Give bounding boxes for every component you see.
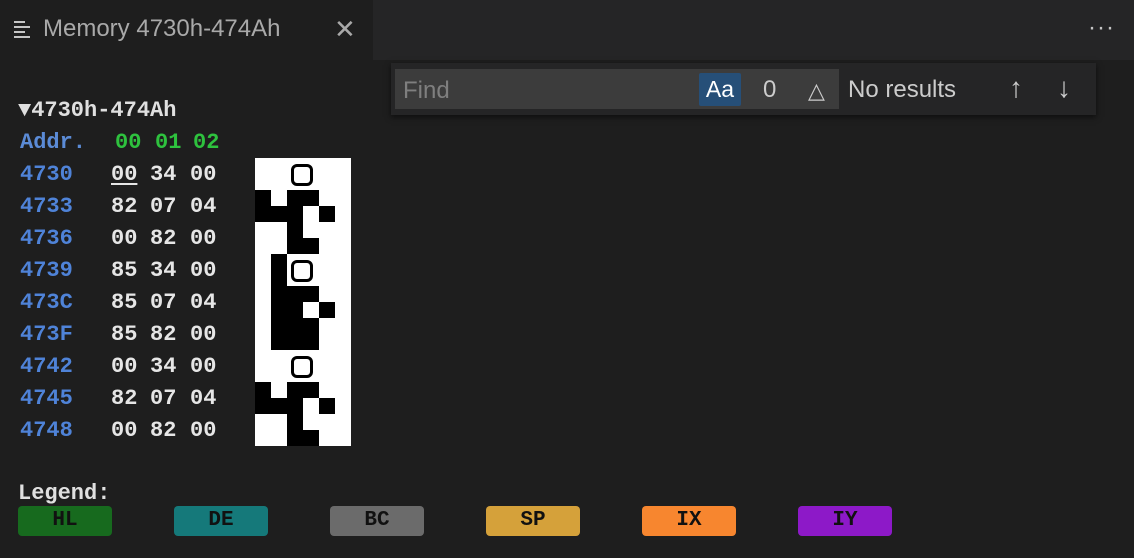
byte-cell[interactable]: 00 (111, 162, 137, 187)
byte-cell[interactable]: 34 (150, 162, 176, 187)
tab-bar: Memory 4730h-474Ah ✕ ··· (0, 0, 1134, 60)
lines-icon (14, 21, 30, 39)
row-address: 4730 (20, 162, 73, 187)
row-address: 4742 (20, 354, 73, 379)
find-widget: Find Aa 0 △ No results ↑ ↓ (391, 63, 1096, 115)
col-header: 01 (155, 130, 182, 155)
previous-match-icon[interactable]: ↑ (1009, 72, 1023, 104)
byte-cell[interactable]: 00 (111, 418, 137, 443)
byte-cell[interactable]: 07 (150, 386, 176, 411)
byte-cell[interactable]: 82 (150, 226, 176, 251)
find-results: No results (848, 76, 957, 103)
row-address: 473F (20, 322, 73, 347)
row-address: 4745 (20, 386, 73, 411)
addr-header: Addr. (20, 130, 87, 155)
row-address: 4733 (20, 194, 73, 219)
find-placeholder: Find (403, 77, 450, 104)
byte-cell[interactable]: 04 (190, 386, 216, 411)
byte-cell[interactable]: 04 (190, 194, 216, 219)
delta-icon[interactable]: △ (808, 78, 825, 104)
match-count: 0 (763, 76, 777, 103)
byte-cell[interactable]: 07 (150, 194, 176, 219)
close-icon[interactable]: ✕ (334, 15, 356, 43)
byte-cell[interactable]: 00 (190, 418, 216, 443)
next-match-icon[interactable]: ↓ (1057, 72, 1071, 104)
legend-chip-sp: SP (486, 506, 580, 536)
byte-cell[interactable]: 82 (111, 194, 137, 219)
byte-cell[interactable]: 00 (190, 322, 216, 347)
legend-chip-bc: BC (330, 506, 424, 536)
row-address: 4739 (20, 258, 73, 283)
tab-title: Memory 4730h-474Ah (43, 15, 281, 42)
byte-cell[interactable]: 82 (111, 386, 137, 411)
byte-cell[interactable]: 04 (190, 290, 216, 315)
legend-chip-ix: IX (642, 506, 736, 536)
legend-chip-iy: IY (798, 506, 892, 536)
byte-cell[interactable]: 85 (111, 258, 137, 283)
row-address: 4748 (20, 418, 73, 443)
col-header: 02 (193, 130, 220, 155)
legend-chip-de: DE (174, 506, 268, 536)
tab-memory[interactable]: Memory 4730h-474Ah ✕ (0, 0, 373, 60)
col-header: 00 (115, 130, 142, 155)
byte-cell[interactable]: 00 (190, 354, 216, 379)
find-input[interactable]: Find Aa 0 △ (395, 69, 839, 109)
legend-chip-hl: HL (18, 506, 112, 536)
byte-cell[interactable]: 34 (150, 354, 176, 379)
byte-cell[interactable]: 82 (150, 322, 176, 347)
byte-cell[interactable]: 00 (111, 226, 137, 251)
byte-cell[interactable]: 85 (111, 322, 137, 347)
byte-cell[interactable]: 00 (190, 162, 216, 187)
match-case-button[interactable]: Aa (699, 73, 741, 106)
byte-cell[interactable]: 34 (150, 258, 176, 283)
row-address: 473C (20, 290, 73, 315)
byte-cell[interactable]: 85 (111, 290, 137, 315)
byte-cell[interactable]: 07 (150, 290, 176, 315)
legend-label: Legend: (18, 481, 111, 506)
more-actions-icon[interactable]: ··· (1088, 14, 1115, 42)
byte-cell[interactable]: 00 (190, 226, 216, 251)
sprite-preview (255, 158, 351, 446)
byte-cell[interactable]: 00 (111, 354, 137, 379)
byte-cell[interactable]: 00 (190, 258, 216, 283)
row-address: 4736 (20, 226, 73, 251)
memory-range-toggle[interactable]: ▼4730h-474Ah (18, 98, 176, 123)
byte-cell[interactable]: 82 (150, 418, 176, 443)
